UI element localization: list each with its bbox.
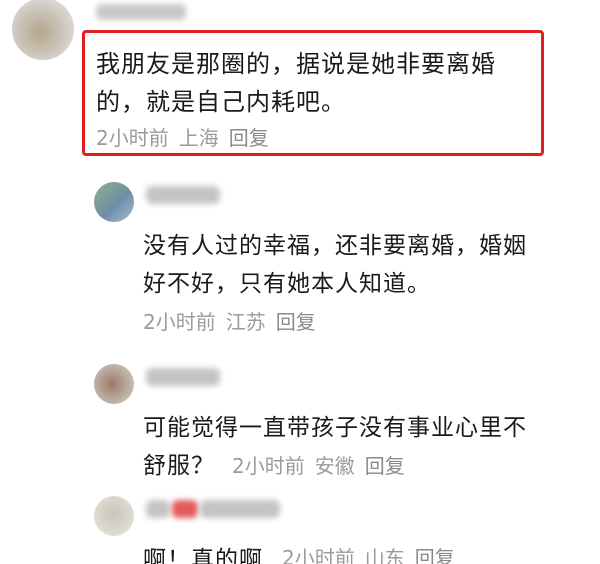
reply-button[interactable]: 回复	[415, 542, 455, 564]
reply-button[interactable]: 回复	[229, 122, 269, 151]
username-blurred[interactable]	[172, 500, 198, 518]
comment-text-line: 好不好，只有她本人知道。	[143, 271, 431, 297]
comment-meta: 2小时前 山东 回复	[282, 542, 455, 564]
username-blurred[interactable]	[146, 500, 170, 518]
timestamp: 2小时前	[96, 126, 169, 150]
reply-button[interactable]: 回复	[365, 450, 405, 479]
reply-button[interactable]: 回复	[276, 306, 316, 335]
location: 江苏	[225, 310, 266, 334]
comment-text-line: 可能觉得一直带孩子没有事业心里不	[143, 415, 527, 441]
avatar[interactable]	[94, 182, 134, 222]
timestamp: 2小时前	[232, 454, 305, 478]
timestamp: 2小时前	[143, 310, 216, 334]
location: 安徽	[314, 454, 355, 478]
timestamp: 2小时前	[282, 546, 355, 564]
comment-thread: 我朋友是那圈的，据说是她非要离婚 的，就是自己内耗吧。 2小时前 上海 回复 没…	[0, 0, 600, 564]
avatar[interactable]	[94, 364, 134, 404]
comment-text-line: 舒服？	[143, 453, 215, 479]
username-blurred[interactable]	[200, 500, 280, 518]
username-blurred[interactable]	[96, 4, 186, 20]
comment-meta: 2小时前 江苏 回复	[143, 306, 316, 335]
avatar[interactable]	[94, 496, 134, 536]
avatar[interactable]	[12, 0, 74, 60]
comment-text-line: 的，就是自己内耗吧。	[96, 88, 346, 116]
username-blurred[interactable]	[146, 368, 220, 386]
location: 上海	[178, 126, 219, 150]
comment-text-line: 没有人过的幸福，还非要离婚，婚姻	[143, 233, 527, 259]
comment-text-line: 啊！真的啊	[143, 547, 263, 564]
comment-text-line: 我朋友是那圈的，据说是她非要离婚	[96, 50, 496, 78]
location: 山东	[364, 546, 405, 564]
comment-meta: 2小时前 上海 回复	[96, 122, 269, 151]
username-blurred[interactable]	[146, 186, 220, 204]
comment-meta: 2小时前 安徽 回复	[232, 450, 405, 479]
